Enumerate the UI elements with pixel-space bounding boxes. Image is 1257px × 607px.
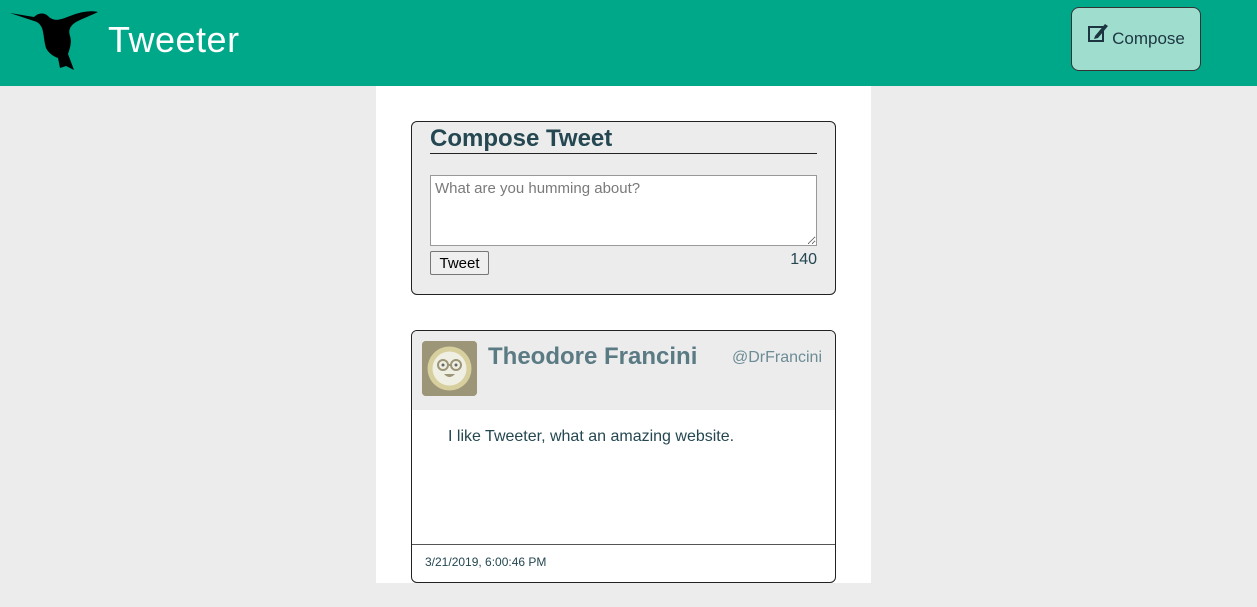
tweet-footer: 3/21/2019, 6:00:46 PM [412,544,835,582]
tweet-timestamp: 3/21/2019, 6:00:46 PM [425,555,547,569]
compose-toggle-button[interactable]: Compose [1071,7,1201,71]
top-navbar: Tweeter Compose [0,0,1257,86]
brand-title: Tweeter [108,19,240,60]
hummingbird-icon [10,8,98,72]
tweet-submit-button[interactable]: Tweet [430,251,489,275]
compose-toggle-label: Compose [1112,29,1185,48]
tweet-text-input[interactable] [430,175,817,246]
tweet-card: Theodore Francini @DrFrancini I like Twe… [411,330,836,583]
tweet-author-name: Theodore Francini [488,343,698,370]
pencil-square-icon [1087,24,1109,49]
tweet-header: Theodore Francini @DrFrancini [412,331,835,410]
tweet-author-handle: @DrFrancini [731,349,822,366]
compose-heading: Compose Tweet [430,124,817,154]
smiley-glasses-avatar-icon [422,341,477,396]
new-tweet-form: Compose Tweet Tweet 140 [411,121,836,295]
char-counter: 140 [790,251,817,268]
tweet-content: I like Tweeter, what an amazing website. [448,428,735,445]
